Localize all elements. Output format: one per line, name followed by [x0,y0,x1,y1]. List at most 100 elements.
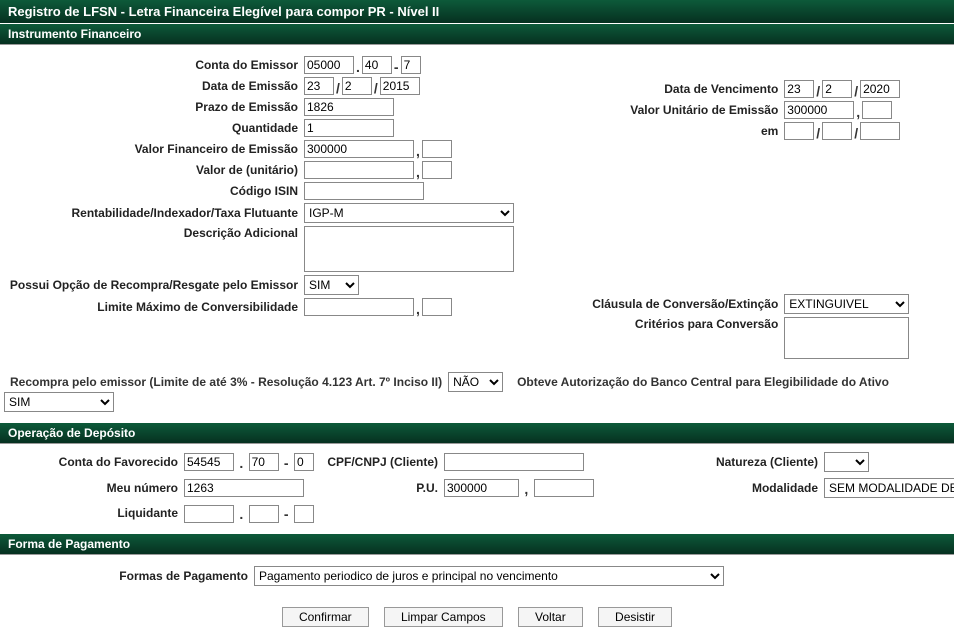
sep-comma: , [524,481,528,497]
conta-emissor-1[interactable] [304,56,354,74]
confirmar-button[interactable]: Confirmar [282,607,369,627]
obteve-aut-select[interactable]: SIM [4,392,114,412]
natureza-select[interactable] [824,452,869,472]
rentabilidade-select[interactable]: IGP-M [304,203,514,223]
valor-unitario-dec[interactable] [422,161,452,179]
sep-dot: . [239,506,243,522]
conta-fav-1[interactable] [184,453,234,471]
data-emissao-d[interactable] [304,77,334,95]
label-data-emissao: Data de Emissão [4,79,304,93]
section-operacao-body: Conta do Favorecido . - CPF/CNPJ (Client… [0,444,954,533]
sep-dash: - [284,506,289,522]
label-recompra-limite: Recompra pelo emissor (Limite de até 3% … [10,375,442,389]
data-venc-y[interactable] [860,80,900,98]
label-opcao-recompra: Possui Opção de Recompra/Resgate pelo Em… [4,278,304,292]
data-emissao-y[interactable] [380,77,420,95]
prazo-emissao[interactable] [304,98,394,116]
section-operacao: Operação de Depósito [0,422,954,444]
label-cpf-cnpj: CPF/CNPJ (Cliente) [324,455,444,469]
liquidante-2[interactable] [249,505,279,523]
label-pu: P.U. [324,481,444,495]
button-bar: Confirmar Limpar Campos Voltar Desistir [0,599,954,639]
sep-dot: . [239,455,243,471]
label-formas-pagamento: Formas de Pagamento [4,569,254,583]
sep-slash: / [336,80,340,96]
sep-slash: / [816,125,820,141]
label-descricao: Descrição Adicional [4,226,304,240]
pu-int[interactable] [444,479,519,497]
descricao-textarea[interactable] [304,226,514,272]
conta-fav-2[interactable] [249,453,279,471]
valor-unit-emissao-dec[interactable] [862,101,892,119]
limpar-button[interactable]: Limpar Campos [384,607,503,627]
recompra-limite-select[interactable]: NÃO [448,372,503,392]
label-obteve-aut: Obteve Autorização do Banco Central para… [517,375,889,389]
section-forma: Forma de Pagamento [0,533,954,555]
clausula-select[interactable]: EXTINGUIVEL [784,294,909,314]
label-criterios: Critérios para Conversão [524,317,784,331]
label-quantidade: Quantidade [4,121,304,135]
codigo-isin[interactable] [304,182,424,200]
cpf-cnpj-input[interactable] [444,453,584,471]
label-codigo-isin: Código ISIN [4,184,304,198]
pu-dec[interactable] [534,479,594,497]
label-valor-unit-emissao: Valor Unitário de Emissão [524,103,784,117]
conta-fav-3[interactable] [294,453,314,471]
conta-emissor-3[interactable] [401,56,421,74]
em-y[interactable] [860,122,900,140]
sep-dash: - [284,455,289,471]
limite-conv-int[interactable] [304,298,414,316]
label-em: em [524,124,784,138]
label-liquidante: Liquidante [4,506,184,520]
sep-comma: , [416,164,420,180]
sep-slash: / [816,83,820,99]
limite-conv-dec[interactable] [422,298,452,316]
opcao-recompra-select[interactable]: SIM [304,275,359,295]
section-forma-body: Formas de Pagamento Pagamento periodico … [0,555,954,599]
label-rentabilidade: Rentabilidade/Indexador/Taxa Flutuante [4,206,304,220]
sep-comma: , [416,143,420,159]
data-venc-d[interactable] [784,80,814,98]
modalidade-select[interactable]: SEM MODALIDADE DE LIQUIDACAO [824,478,954,498]
label-prazo-emissao: Prazo de Emissão [4,100,304,114]
sep-dot: . [356,59,360,75]
section-operacao-label: Operação de Depósito [8,426,135,440]
data-venc-m[interactable] [822,80,852,98]
formas-pagamento-select[interactable]: Pagamento periodico de juros e principal… [254,566,724,586]
voltar-button[interactable]: Voltar [518,607,583,627]
criterios-textarea[interactable] [784,317,909,359]
page-title: Registro de LFSN - Letra Financeira Eleg… [8,4,439,19]
page-title-bar: Registro de LFSN - Letra Financeira Eleg… [0,0,954,23]
sep-comma: , [856,104,860,120]
label-conta-emissor: Conta do Emissor [4,58,304,72]
liquidante-3[interactable] [294,505,314,523]
sep-slash: / [854,125,858,141]
conta-emissor-2[interactable] [362,56,392,74]
sep-dash: - [394,59,399,75]
meu-numero-input[interactable] [184,479,304,497]
valor-fin-emissao-int[interactable] [304,140,414,158]
sep-comma: , [416,301,420,317]
em-m[interactable] [822,122,852,140]
sep-slash: / [374,80,378,96]
section-instrumento: Instrumento Financeiro [0,23,954,45]
label-clausula: Cláusula de Conversão/Extinção [524,297,784,311]
label-meu-numero: Meu número [4,481,184,495]
valor-fin-emissao-dec[interactable] [422,140,452,158]
valor-unitario-int[interactable] [304,161,414,179]
section-instrumento-body: Conta do Emissor . - Data de Emissão / /… [0,45,954,422]
section-forma-label: Forma de Pagamento [8,537,130,551]
label-limite-conv: Limite Máximo de Conversibilidade [4,300,304,314]
quantidade[interactable] [304,119,394,137]
label-valor-unitario: Valor de (unitário) [4,163,304,177]
data-emissao-m[interactable] [342,77,372,95]
sep-slash: / [854,83,858,99]
em-d[interactable] [784,122,814,140]
desistir-button[interactable]: Desistir [598,607,672,627]
label-data-vencimento: Data de Vencimento [524,82,784,96]
label-conta-favorecido: Conta do Favorecido [4,455,184,469]
label-modalidade: Modalidade [704,481,824,495]
valor-unit-emissao-int[interactable] [784,101,854,119]
label-natureza: Natureza (Cliente) [704,455,824,469]
liquidante-1[interactable] [184,505,234,523]
